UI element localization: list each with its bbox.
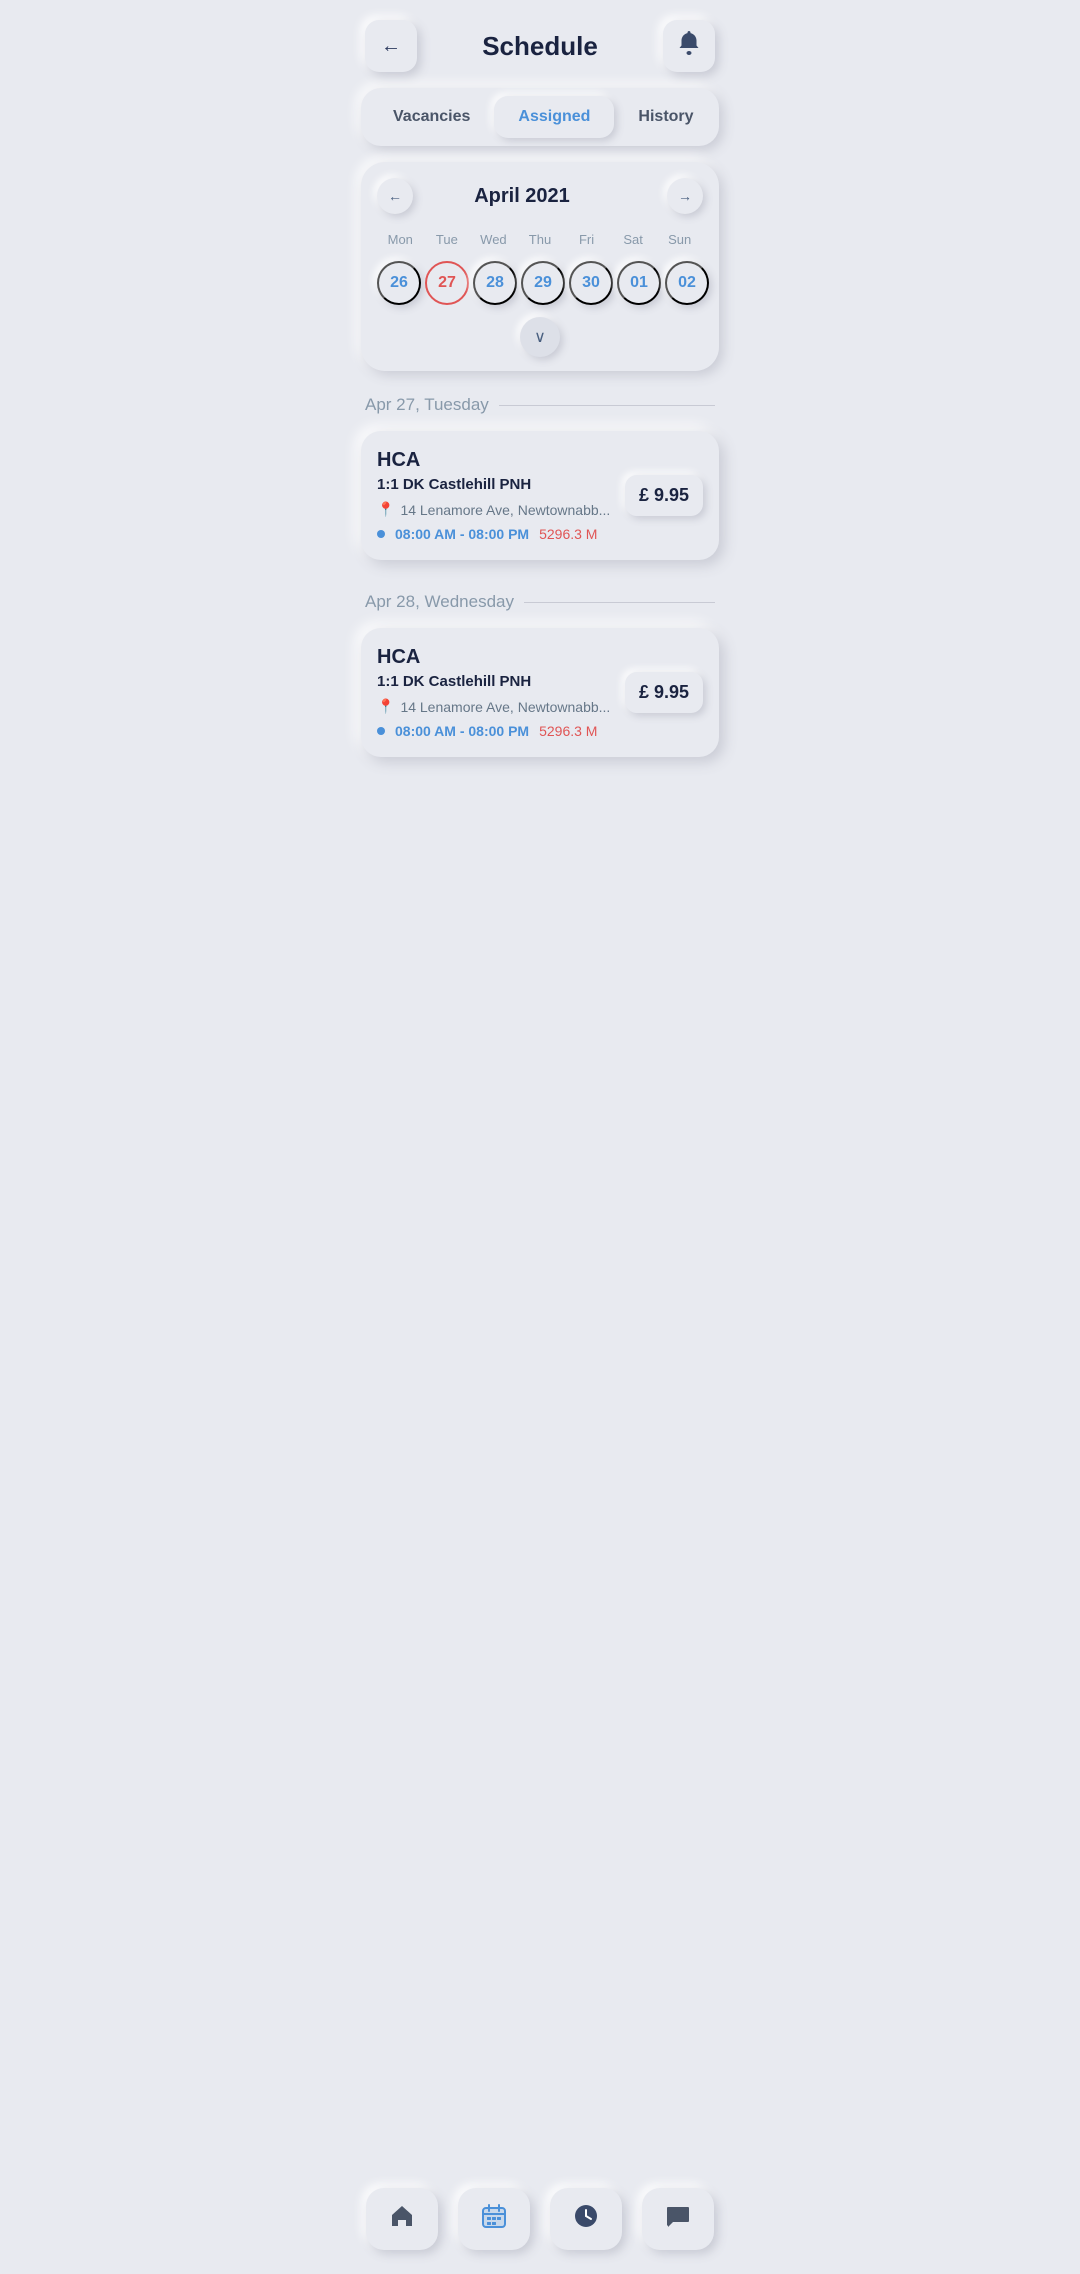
- card-subtitle-2: 1:1 DK Castlehill PNH: [377, 673, 613, 690]
- weekday-fri: Fri: [563, 228, 610, 251]
- home-icon: [389, 2203, 415, 2236]
- header: ← Schedule: [345, 0, 735, 88]
- price-badge-1: £ 9.95: [625, 475, 703, 516]
- tab-vacancies[interactable]: Vacancies: [369, 96, 494, 138]
- clock-icon: [573, 2203, 599, 2236]
- cal-day-30[interactable]: 30: [569, 261, 613, 305]
- cal-day-27[interactable]: 27: [425, 261, 469, 305]
- distance-text-1: 5296.3 M: [539, 526, 597, 542]
- time-text-2: 08:00 AM - 08:00 PM: [395, 723, 529, 739]
- cal-day-29[interactable]: 29: [521, 261, 565, 305]
- phone-container: ← Schedule Vacancies Assigned History ← …: [345, 0, 735, 873]
- bell-icon: [678, 31, 700, 61]
- cal-day-01[interactable]: 01: [617, 261, 661, 305]
- time-text-1: 08:00 AM - 08:00 PM: [395, 526, 529, 542]
- weekday-sat: Sat: [610, 228, 657, 251]
- calendar-header: ← April 2021 →: [377, 178, 703, 214]
- calendar-expand-area: ∨: [377, 305, 703, 371]
- tab-assigned[interactable]: Assigned: [494, 96, 614, 138]
- weekdays-row: Mon Tue Wed Thu Fri Sat Sun: [377, 228, 703, 251]
- nav-clock-button[interactable]: [550, 2188, 622, 2250]
- tab-history[interactable]: History: [614, 96, 717, 138]
- date-section-2: Apr 28, Wednesday: [345, 576, 735, 620]
- chat-icon: [665, 2203, 691, 2236]
- weekday-wed: Wed: [470, 228, 517, 251]
- nav-calendar-button[interactable]: [458, 2188, 530, 2250]
- card-title-2: HCA: [377, 646, 613, 669]
- calendar-month: April 2021: [385, 185, 659, 208]
- time-dot-1: [377, 530, 385, 538]
- price-badge-2: £ 9.95: [625, 672, 703, 713]
- card-time-1: 08:00 AM - 08:00 PM 5296.3 M: [377, 526, 613, 542]
- card-address-2: 📍 14 Lenamore Ave, Newtownabb...: [377, 698, 613, 715]
- card-subtitle-1: 1:1 DK Castlehill PNH: [377, 476, 613, 493]
- nav-chat-button[interactable]: [642, 2188, 714, 2250]
- weekday-sun: Sun: [656, 228, 703, 251]
- cal-day-02[interactable]: 02: [665, 261, 709, 305]
- card-content-1: HCA 1:1 DK Castlehill PNH 📍 14 Lenamore …: [377, 449, 613, 542]
- nav-home-button[interactable]: [366, 2188, 438, 2250]
- address-text-2: 14 Lenamore Ave, Newtownabb...: [400, 699, 610, 715]
- tabs-container: Vacancies Assigned History: [361, 88, 719, 146]
- page-title: Schedule: [482, 31, 598, 62]
- weekday-tue: Tue: [424, 228, 471, 251]
- address-text-1: 14 Lenamore Ave, Newtownabb...: [400, 502, 610, 518]
- card-content-2: HCA 1:1 DK Castlehill PNH 📍 14 Lenamore …: [377, 646, 613, 739]
- pin-icon-2: 📍: [377, 698, 394, 715]
- card-address-1: 📍 14 Lenamore Ave, Newtownabb...: [377, 501, 613, 518]
- bottom-nav: [345, 2176, 735, 2274]
- notification-button[interactable]: [663, 20, 715, 72]
- schedule-card-2[interactable]: HCA 1:1 DK Castlehill PNH 📍 14 Lenamore …: [361, 628, 719, 757]
- calendar-expand-button[interactable]: ∨: [520, 317, 560, 357]
- chevron-right-icon: →: [678, 188, 692, 204]
- card-time-2: 08:00 AM - 08:00 PM 5296.3 M: [377, 723, 613, 739]
- calendar-days: 26 27 28 29 30 01 02: [377, 261, 703, 305]
- cal-day-26[interactable]: 26: [377, 261, 421, 305]
- cal-day-28[interactable]: 28: [473, 261, 517, 305]
- time-dot-2: [377, 727, 385, 735]
- date-label-1: Apr 27, Tuesday: [365, 395, 715, 415]
- weekday-mon: Mon: [377, 228, 424, 251]
- weekday-thu: Thu: [517, 228, 564, 251]
- date-label-2: Apr 28, Wednesday: [365, 592, 715, 612]
- date-section-1: Apr 27, Tuesday: [345, 379, 735, 423]
- calendar-next-button[interactable]: →: [667, 178, 703, 214]
- distance-text-2: 5296.3 M: [539, 723, 597, 739]
- card-title-1: HCA: [377, 449, 613, 472]
- calendar-container: ← April 2021 → Mon Tue Wed Thu Fri Sat S…: [361, 162, 719, 371]
- schedule-card-1[interactable]: HCA 1:1 DK Castlehill PNH 📍 14 Lenamore …: [361, 431, 719, 560]
- back-icon: ←: [381, 35, 401, 58]
- chevron-down-icon: ∨: [534, 327, 546, 347]
- back-button[interactable]: ←: [365, 20, 417, 72]
- pin-icon-1: 📍: [377, 501, 394, 518]
- calendar-icon: [481, 2203, 507, 2236]
